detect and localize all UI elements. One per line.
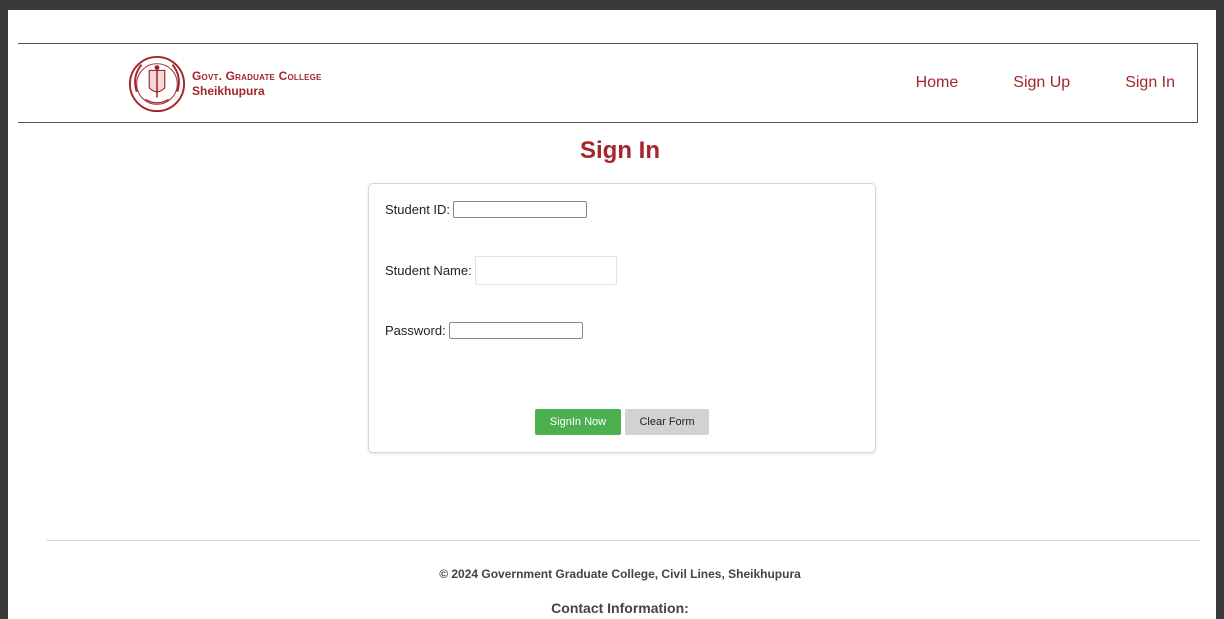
student-id-input[interactable]: [453, 201, 588, 218]
nav-home[interactable]: Home: [916, 74, 959, 92]
student-id-row: Student ID:: [385, 201, 588, 218]
footer-copyright: © 2024 Government Graduate College, Civi…: [439, 567, 801, 581]
nav-sign-up[interactable]: Sign Up: [1013, 74, 1070, 92]
student-name-row: Student Name:: [385, 256, 617, 285]
college-name: Govt. Graduate College Sheikhupura: [192, 69, 322, 99]
student-name-input[interactable]: [474, 256, 617, 285]
nav-sign-in[interactable]: Sign In: [1125, 74, 1175, 92]
password-row: Password:: [385, 322, 583, 339]
sign-in-form: Student ID: Student Name: Password: Sign…: [368, 183, 876, 453]
site-header: Govt. Graduate College Sheikhupura Home …: [18, 43, 1198, 123]
page-title: Sign In: [580, 137, 660, 164]
college-name-line2: Sheikhupura: [192, 84, 265, 98]
footer-contact-heading: Contact Information:: [551, 600, 689, 616]
browser-frame: Govt. Graduate College Sheikhupura Home …: [0, 0, 1224, 619]
password-label: Password:: [385, 323, 446, 338]
main-nav: Home Sign Up Sign In: [861, 74, 1175, 92]
student-id-label: Student ID:: [385, 202, 451, 217]
college-seal-icon: [128, 55, 186, 113]
site-logo[interactable]: Govt. Graduate College Sheikhupura: [128, 55, 322, 113]
password-input[interactable]: [448, 322, 583, 339]
sign-in-button[interactable]: SignIn Now: [535, 409, 621, 435]
footer-divider: [46, 540, 1200, 541]
college-name-line1: Govt. Graduate College: [192, 69, 322, 83]
student-name-label: Student Name:: [385, 263, 472, 278]
clear-form-button[interactable]: Clear Form: [625, 409, 709, 435]
